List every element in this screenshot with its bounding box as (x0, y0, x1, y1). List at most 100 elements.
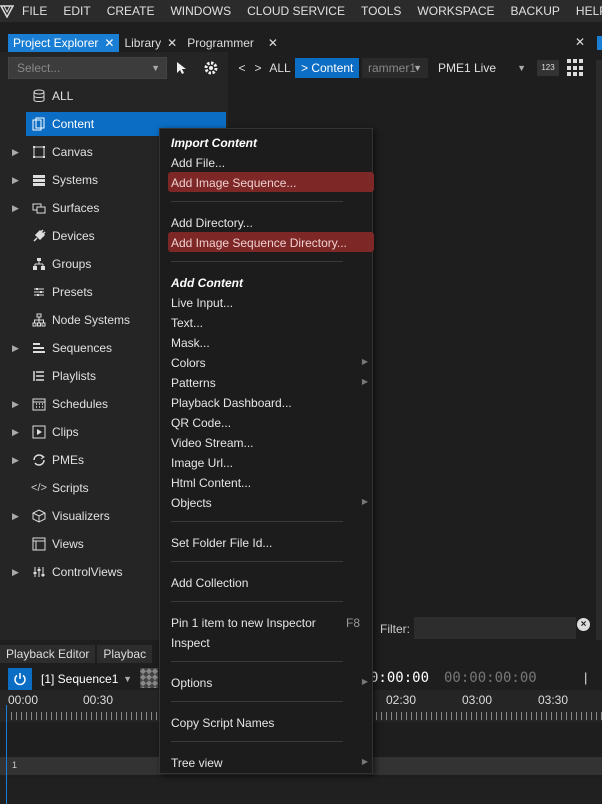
expand-arrow-icon[interactable]: ▶ (12, 567, 19, 578)
views-icon (30, 535, 48, 553)
panel-tabs: Project Explorer ✕ Library ✕ Programmer … (8, 34, 283, 52)
menu-item-video-stream[interactable]: Video Stream... (160, 432, 374, 452)
sync-icon (30, 451, 48, 469)
select-placeholder: Select... (17, 61, 61, 75)
menu-item-patterns[interactable]: Patterns ▶ (160, 372, 374, 392)
breadcrumb-content[interactable]: > Content (295, 58, 360, 78)
menu-item-add-directory[interactable]: Add Directory... (160, 212, 374, 232)
tab-label: Programmer (187, 36, 254, 50)
gear-icon (204, 61, 218, 75)
menu-file[interactable]: FILE (14, 0, 55, 22)
expand-arrow-icon[interactable]: ▶ (12, 399, 19, 410)
menu-tools[interactable]: TOOLS (353, 0, 409, 22)
menu-item-copy-script-names[interactable]: Copy Script Names (160, 712, 374, 732)
menu-cloud-service[interactable]: CLOUD SERVICE (239, 0, 353, 22)
menu-item-add-collection[interactable]: Add Collection (160, 572, 374, 592)
tree-label: Canvas (52, 145, 93, 159)
menu-bar: FILE EDIT CREATE WINDOWS CLOUD SERVICE T… (0, 0, 602, 22)
explorer-select[interactable]: Select... ▼ (8, 57, 167, 79)
menu-edit[interactable]: EDIT (55, 0, 98, 22)
clear-filter-icon[interactable]: × (577, 618, 590, 631)
menu-item-add-file[interactable]: Add File... (160, 152, 374, 172)
menu-header-add-content: Add Content (160, 272, 374, 292)
tree-label: ControlViews (52, 565, 123, 579)
expand-arrow-icon[interactable]: ▶ (12, 455, 19, 466)
menu-item-add-image-sequence[interactable]: Add Image Sequence... (168, 172, 374, 192)
menu-item-playback-dashboard[interactable]: Playback Dashboard... (160, 392, 374, 412)
menu-windows[interactable]: WINDOWS (162, 0, 239, 22)
expand-arrow-icon[interactable]: ▶ (12, 203, 19, 214)
menu-item-mask[interactable]: Mask... (160, 332, 374, 352)
programmer-select[interactable]: rammer1 ▼ (362, 58, 428, 78)
menu-item-tree-view[interactable]: Tree view ▶ (160, 752, 374, 772)
clips-icon (30, 423, 48, 441)
filter-label: Filter: (380, 622, 410, 636)
playhead[interactable] (6, 705, 7, 804)
breadcrumb-all[interactable]: ALL (268, 58, 292, 78)
menu-item-colors[interactable]: Colors ▶ (160, 352, 374, 372)
panel-close-icon[interactable]: ✕ (575, 35, 585, 49)
tree-item-all[interactable]: ALL (0, 84, 228, 108)
menu-item-text[interactable]: Text... (160, 312, 374, 332)
menu-item-pin-1-item-to-new-inspector[interactable]: Pin 1 item to new Inspector F8 (160, 612, 374, 632)
transparency-icon[interactable] (140, 668, 158, 688)
tab-playback-editor[interactable]: Playback Editor (0, 645, 96, 663)
menu-item-html-content[interactable]: Html Content... (160, 472, 374, 492)
power-icon (14, 673, 26, 686)
sequence-select[interactable]: [1] Sequence1 ▼ (36, 668, 136, 690)
menu-item-set-folder-file-id[interactable]: Set Folder File Id... (160, 532, 374, 552)
chevron-down-icon: ▼ (151, 63, 160, 73)
cube-icon (30, 507, 48, 525)
menu-separator (171, 661, 343, 662)
grid-view-icon[interactable] (567, 59, 585, 77)
tree-label: PMEs (52, 453, 85, 467)
power-button[interactable] (8, 668, 32, 690)
close-icon[interactable]: ✕ (104, 36, 114, 50)
forward-button[interactable]: > (250, 58, 266, 78)
expand-arrow-icon[interactable]: ▶ (12, 511, 19, 522)
ruler-label: 02:30 (386, 693, 417, 707)
menu-item-label: Patterns (171, 376, 216, 390)
menu-item-add-image-sequence-directory[interactable]: Add Image Sequence Directory... (168, 232, 374, 252)
tree-label: Presets (52, 285, 93, 299)
menu-item-objects[interactable]: Objects ▶ (160, 492, 374, 512)
menu-backup[interactable]: BACKUP (503, 0, 568, 22)
expand-arrow-icon[interactable]: ▶ (12, 427, 19, 438)
tree-label: Clips (52, 425, 79, 439)
menu-create[interactable]: CREATE (99, 0, 163, 22)
back-button[interactable]: < (234, 58, 250, 78)
pointer-tool-button[interactable] (170, 57, 194, 79)
close-icon[interactable]: ✕ (268, 36, 278, 50)
tab-library[interactable]: Library ✕ (119, 34, 182, 52)
menu-help[interactable]: HELP (568, 0, 602, 22)
menu-item-label: Image Url... (171, 456, 234, 470)
expand-arrow-icon[interactable]: ▶ (12, 343, 19, 354)
menu-item-live-input[interactable]: Live Input... (160, 292, 374, 312)
numeric-view-button[interactable]: 123 (537, 60, 559, 76)
filter-input[interactable] (414, 617, 576, 639)
menu-workspace[interactable]: WORKSPACE (409, 0, 502, 22)
tab-playback[interactable]: Playbac (97, 645, 153, 663)
tree-label: Playlists (52, 369, 97, 383)
menu-item-inspect[interactable]: Inspect (160, 632, 374, 652)
bottom-tabs: Playback Editor Playbac (0, 645, 154, 663)
horizontal-scrollbar[interactable] (0, 778, 602, 804)
menu-item-image-url[interactable]: Image Url... (160, 452, 374, 472)
menu-item-qr-code[interactable]: QR Code... (160, 412, 374, 432)
pme-select[interactable]: PME1 Live ▼ (432, 58, 532, 78)
tree-label: ALL (52, 89, 74, 103)
expand-arrow-icon[interactable]: ▶ (12, 175, 19, 186)
ruler-label: 00:30 (83, 693, 114, 707)
tab-label: Project Explorer (13, 36, 99, 50)
close-icon[interactable]: ✕ (167, 36, 177, 50)
expand-arrow-icon[interactable]: ▶ (12, 147, 19, 158)
tab-programmer[interactable]: Programmer ✕ (182, 34, 283, 52)
ruler-label: 03:00 (462, 693, 493, 707)
submenu-arrow-icon: ▶ (361, 757, 368, 766)
tab-project-explorer[interactable]: Project Explorer ✕ (8, 34, 120, 52)
settings-button[interactable] (199, 57, 223, 79)
panel-edge-tab[interactable] (597, 36, 602, 50)
menu-item-options[interactable]: Options ▶ (160, 672, 374, 692)
menu-item-label: Video Stream... (171, 436, 254, 450)
node-tree-icon (30, 311, 48, 329)
